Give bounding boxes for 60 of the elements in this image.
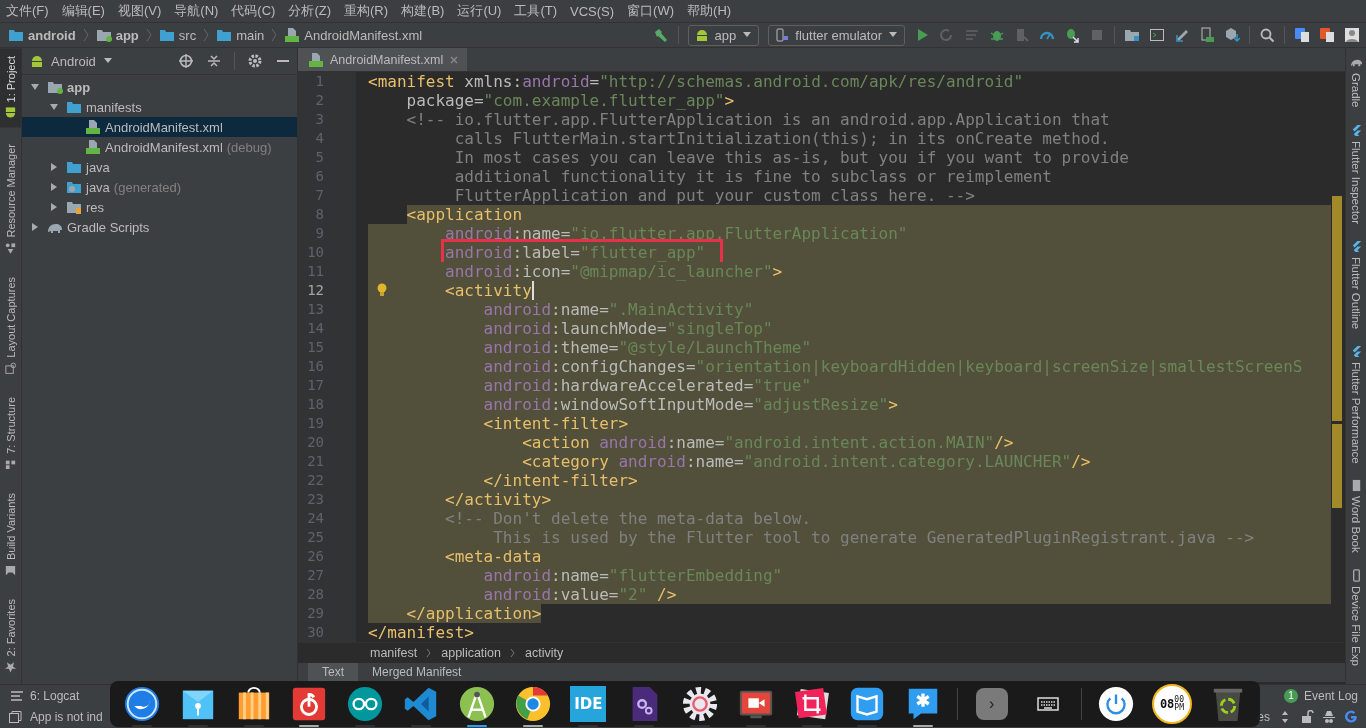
menu-item[interactable]: 编辑(E)	[55, 2, 112, 20]
tool-window-tab[interactable]: Flutter Performance	[1346, 344, 1366, 464]
code-line: calls FlutterMain.startInitialization(this); in its onCreate method.	[453, 129, 1111, 148]
device-dropdown[interactable]: flutter emulator	[768, 24, 905, 46]
menu-item[interactable]: VCS(S)	[564, 3, 622, 19]
tool-window-tab[interactable]: 1: Project	[0, 48, 21, 128]
breadcrumb[interactable]: application	[441, 646, 501, 660]
tool-window-tab[interactable]: Flutter Inspector	[1346, 123, 1366, 224]
tree-item[interactable]: java (generated)	[22, 177, 297, 197]
breadcrumb[interactable]: main	[236, 27, 265, 43]
tree-item[interactable]: res	[22, 197, 297, 217]
menu-item[interactable]: 窗口(W)	[621, 2, 682, 20]
code-line: additional functionality it is fine to subclass or reimplement	[453, 167, 1053, 186]
project-view-dropdown[interactable]: Android	[30, 53, 113, 69]
tool-window-tab[interactable]: 2: Favorites	[0, 593, 21, 679]
breadcrumb[interactable]: AndroidManifest.xml	[304, 27, 423, 43]
editor-tab[interactable]: AndroidManifest.xml	[298, 48, 468, 71]
tool-window-tab[interactable]: Word Book	[1346, 479, 1366, 554]
tool-window-tab[interactable]: Resource Manager	[0, 139, 21, 261]
line-number: 12	[298, 281, 356, 300]
view-tab[interactable]: Merged Manifest	[358, 663, 476, 682]
menu-item[interactable]: 分析(Z)	[282, 2, 338, 20]
logcat-tab[interactable]: 6: Logcat	[8, 688, 80, 703]
expand-button[interactable]: ›	[975, 688, 1008, 720]
code-line: <!-- io.flutter.app.FlutterApplication is an android.app.Application that	[405, 110, 1111, 129]
breadcrumb[interactable]: app	[115, 27, 139, 43]
tree-item[interactable]: app	[22, 77, 297, 97]
breadcrumb[interactable]: activity	[525, 646, 564, 660]
status-text: es	[1257, 710, 1270, 725]
event-log-tab[interactable]: 1 Event Log	[1281, 688, 1358, 703]
menu-item[interactable]: 工具(T)	[508, 2, 565, 20]
tool-window-tab[interactable]: Gradle	[1346, 56, 1366, 108]
code-line: </manifest>	[368, 623, 475, 642]
code-line: package="com.example.flutter_app">	[405, 91, 736, 110]
breadcrumb[interactable]: manifest	[370, 646, 418, 660]
tree-item[interactable]: manifests	[22, 97, 297, 117]
menu-item[interactable]: 视图(V)	[111, 2, 169, 20]
code-line: In most cases you can leave this as-is, but you if you want to provide	[453, 148, 1130, 167]
menu-item[interactable]: 构建(B)	[395, 2, 452, 20]
tool-window-tab[interactable]: Layout Captures	[0, 272, 21, 380]
menu-item[interactable]: 重构(R)	[338, 2, 396, 20]
code-line: <manifest xmlns:android="http://schemas.android.com/apk/res/android"	[368, 72, 1025, 91]
menu-item[interactable]: 代码(C)	[225, 2, 283, 20]
tree-item[interactable]: java	[22, 157, 297, 177]
code-line: FlutterApplication and put your custom class here. -->	[453, 186, 976, 205]
menu-item[interactable]: 运行(U)	[451, 2, 509, 20]
breadcrumb[interactable]: android	[28, 27, 76, 43]
menu-item[interactable]: 文件(F)	[0, 2, 56, 20]
run-configuration-dropdown[interactable]: app	[687, 24, 760, 46]
tree-item[interactable]: Gradle Scripts	[22, 217, 297, 237]
tool-window-tab[interactable]: Device File Exp	[1346, 569, 1366, 667]
breadcrumb[interactable]: src	[178, 27, 197, 43]
menu-item[interactable]: 帮助(H)	[681, 2, 739, 20]
status-message: App is not ind	[30, 710, 103, 725]
tool-window-tab[interactable]: Flutter Outline	[1346, 239, 1366, 329]
tool-window-tab[interactable]: 7: Structure	[0, 391, 21, 476]
tree-item[interactable]: AndroidManifest.xml	[22, 117, 297, 137]
tree-item[interactable]: AndroidManifest.xml (debug)	[22, 137, 297, 157]
tool-window-tab[interactable]: Build Variants	[0, 487, 21, 582]
menu-item[interactable]: 导航(N)	[168, 2, 226, 20]
